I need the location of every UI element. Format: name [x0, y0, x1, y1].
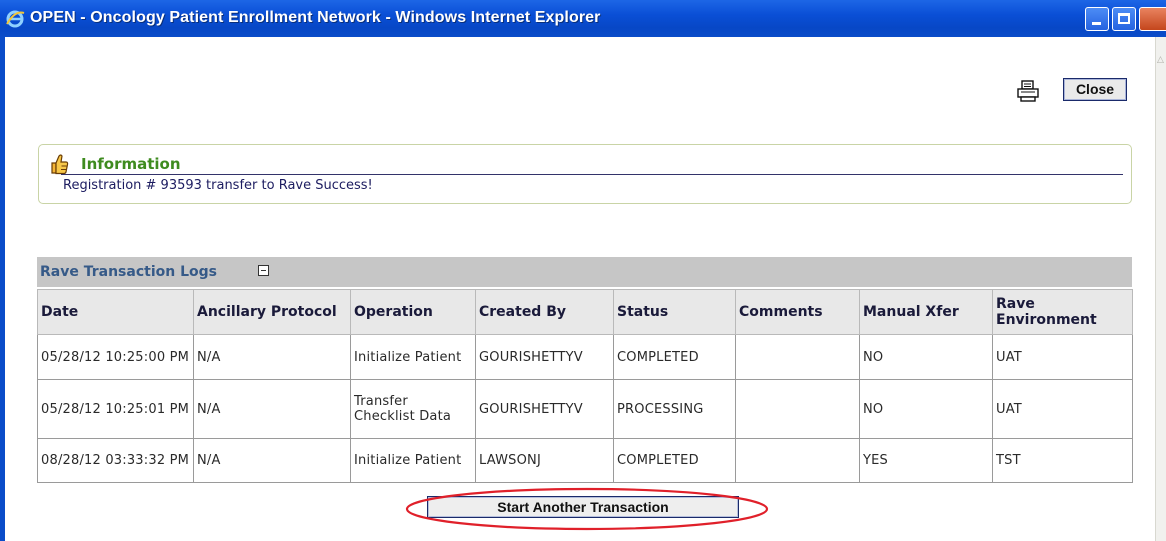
logs-section-header: Rave Transaction Logs	[37, 257, 1132, 287]
column-header-ancillary-protocol[interactable]: Ancillary Protocol	[193, 289, 351, 335]
cell-comments	[735, 379, 860, 439]
cell-ancillary-protocol: N/A	[193, 334, 351, 380]
cell-rave-environment: TST	[992, 438, 1133, 483]
cell-date: 08/28/12 03:33:32 PM	[37, 438, 194, 483]
cell-manual-xfer: NO	[859, 379, 993, 439]
cell-date: 05/28/12 10:25:01 PM	[37, 379, 194, 439]
window-frame-left	[0, 37, 5, 541]
cell-manual-xfer: NO	[859, 334, 993, 380]
column-header-comments[interactable]: Comments	[735, 289, 860, 335]
column-header-status[interactable]: Status	[613, 289, 736, 335]
table-row: 05/28/12 10:25:01 PM N/A Transfer Checkl…	[37, 379, 1133, 439]
internet-explorer-icon	[6, 10, 25, 28]
cell-status: COMPLETED	[613, 438, 736, 483]
column-header-manual-xfer[interactable]: Manual Xfer	[859, 289, 993, 335]
table-row: 05/28/12 10:25:00 PM N/A Initialize Pati…	[37, 334, 1133, 380]
cell-ancillary-protocol: N/A	[193, 379, 351, 439]
column-header-date[interactable]: Date	[37, 289, 194, 335]
cell-status: COMPLETED	[613, 334, 736, 380]
column-header-rave-environment[interactable]: Rave Environment	[992, 289, 1133, 335]
cell-comments	[735, 334, 860, 380]
cell-operation: Transfer Checklist Data	[350, 379, 476, 439]
printer-icon[interactable]	[1016, 79, 1040, 103]
window-titlebar: OPEN - Oncology Patient Enrollment Netwo…	[0, 0, 1166, 37]
information-panel: Information Registration # 93593 transfe…	[38, 144, 1132, 204]
collapse-minus-icon[interactable]	[258, 265, 269, 276]
cell-ancillary-protocol: N/A	[193, 438, 351, 483]
information-message: Registration # 93593 transfer to Rave Su…	[63, 178, 373, 193]
cell-status: PROCESSING	[613, 379, 736, 439]
cell-rave-environment: UAT	[992, 379, 1133, 439]
cell-operation: Initialize Patient	[350, 334, 476, 380]
cell-date: 05/28/12 10:25:00 PM	[37, 334, 194, 380]
cell-comments	[735, 438, 860, 483]
cell-created-by: GOURISHETTYV	[475, 379, 614, 439]
table-header-row: Date Ancillary Protocol Operation Create…	[37, 289, 1133, 335]
cell-created-by: GOURISHETTYV	[475, 334, 614, 380]
logs-title: Rave Transaction Logs	[40, 264, 217, 280]
information-title: Information	[81, 155, 181, 173]
close-button[interactable]: Close	[1063, 78, 1127, 101]
vertical-scrollbar[interactable]	[1155, 37, 1166, 541]
cell-manual-xfer: YES	[859, 438, 993, 483]
window-close-button[interactable]	[1139, 7, 1166, 31]
cell-operation: Initialize Patient	[350, 438, 476, 483]
column-header-operation[interactable]: Operation	[350, 289, 476, 335]
cell-rave-environment: UAT	[992, 334, 1133, 380]
scroll-up-arrow-icon[interactable]: △	[1157, 55, 1165, 65]
minimize-button[interactable]	[1085, 7, 1109, 31]
table-row: 08/28/12 03:33:32 PM N/A Initialize Pati…	[37, 438, 1133, 483]
thumbs-up-icon	[51, 154, 69, 175]
window-title: OPEN - Oncology Patient Enrollment Netwo…	[30, 9, 601, 26]
column-header-created-by[interactable]: Created By	[475, 289, 614, 335]
transaction-logs-table: Date Ancillary Protocol Operation Create…	[37, 289, 1133, 483]
highlight-ellipse	[405, 487, 769, 531]
maximize-button[interactable]	[1112, 7, 1136, 31]
information-divider	[61, 174, 1123, 175]
cell-created-by: LAWSONJ	[475, 438, 614, 483]
